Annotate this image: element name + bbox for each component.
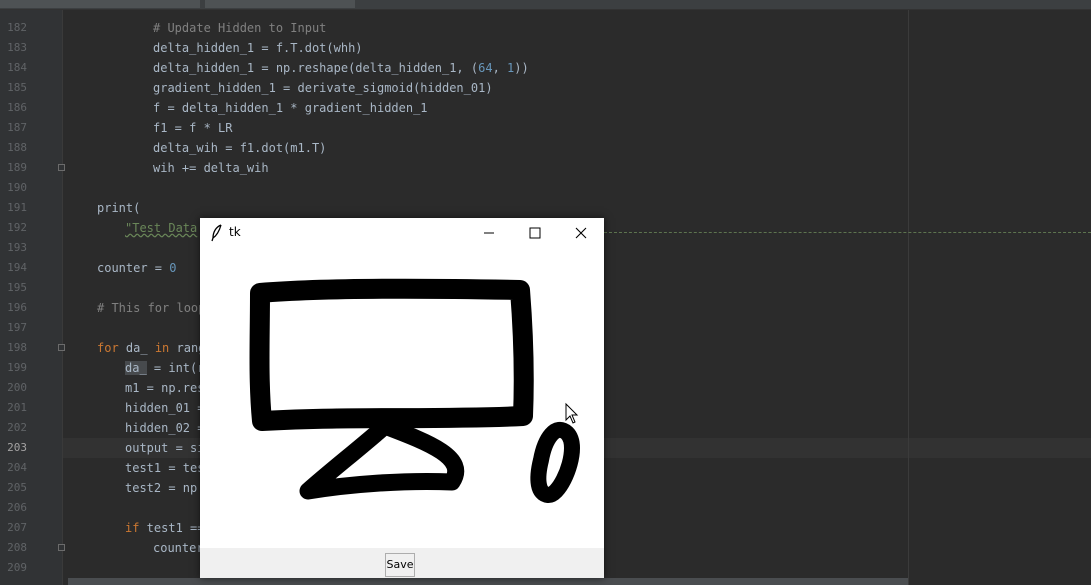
right-margin-guide: [908, 10, 909, 585]
code-keyword: for: [97, 341, 119, 355]
line-number: 207: [7, 521, 27, 534]
code-text: )): [514, 61, 529, 75]
code-text: counter =: [97, 261, 170, 275]
code-comment: # This for loop: [97, 301, 206, 315]
code-line[interactable]: hidden_01 =: [125, 398, 204, 418]
code-line[interactable]: wih += delta_wih: [153, 158, 269, 178]
tk-button-bar: Save: [200, 548, 604, 578]
maximize-icon: [529, 227, 541, 239]
line-number: 193: [7, 241, 27, 254]
line-number: 194: [7, 261, 27, 274]
code-line[interactable]: gradient_hidden_1 = derivate_sigmoid(hid…: [153, 78, 493, 98]
line-number: 208: [7, 541, 27, 554]
drawn-monitor-screen: [249, 278, 534, 431]
code-line[interactable]: for da_ in rang: [97, 338, 205, 358]
code-line[interactable]: if test1 ==: [125, 518, 204, 538]
code-line[interactable]: hidden_02 =: [125, 418, 204, 438]
feather-icon: [210, 224, 224, 242]
line-number: 201: [7, 401, 27, 414]
code-line[interactable]: counter: [153, 538, 204, 558]
code-line[interactable]: # This for loop: [97, 298, 205, 318]
code-line[interactable]: # Update Hidden to Input: [153, 18, 326, 38]
code-comment: # Update Hidden to Input: [153, 21, 327, 35]
line-number: 197: [7, 321, 27, 334]
code-line[interactable]: f1 = f * LR: [153, 118, 232, 138]
line-number: 205: [7, 481, 27, 494]
editor-tab-bar: [0, 0, 1091, 10]
tk-title-bar[interactable]: tk: [200, 218, 604, 248]
code-line[interactable]: da_ = int(r: [125, 358, 204, 378]
line-number: 187: [7, 121, 27, 134]
code-number: 64: [478, 61, 493, 75]
line-number: 192: [7, 221, 27, 234]
code-line[interactable]: delta_hidden_1 = f.T.dot(whh): [153, 38, 363, 58]
line-number: 186: [7, 101, 27, 114]
line-number: 188: [7, 141, 27, 154]
line-number: 206: [7, 501, 27, 514]
code-line[interactable]: delta_hidden_1 = np.reshape(delta_hidden…: [153, 58, 529, 78]
minimize-icon: [484, 232, 494, 234]
line-number: 199: [7, 361, 27, 374]
line-number: 190: [7, 181, 27, 194]
editor-tab[interactable]: [0, 0, 200, 8]
fold-marker[interactable]: [58, 544, 65, 551]
line-number: 196: [7, 301, 27, 314]
drawn-monitor-stand: [299, 417, 465, 500]
editor-tab[interactable]: [205, 0, 355, 8]
line-number: 209: [7, 561, 27, 574]
line-number: 195: [7, 281, 27, 294]
save-button[interactable]: Save: [385, 553, 415, 577]
code-highlighted-identifier: da_: [125, 361, 147, 375]
drawing-canvas[interactable]: [200, 248, 604, 548]
line-number: 198: [7, 341, 27, 354]
code-line[interactable]: m1 = np.res: [125, 378, 204, 398]
code-line[interactable]: test2 = np.: [125, 478, 204, 498]
fold-marker[interactable]: [58, 344, 65, 351]
line-number: 189: [7, 161, 27, 174]
line-number-gutter: 182 183 184 185 186 187 188 189 190 191 …: [0, 10, 63, 585]
maximize-button[interactable]: [512, 218, 558, 248]
tk-window-title: tk: [229, 225, 241, 239]
line-number: 204: [7, 461, 27, 474]
code-line[interactable]: test1 = tes: [125, 458, 204, 478]
code-text: da_: [118, 341, 155, 355]
line-number: 184: [7, 61, 27, 74]
code-keyword: if: [125, 521, 140, 535]
line-number: 191: [7, 201, 27, 214]
code-line[interactable]: counter = 0: [97, 258, 176, 278]
code-line[interactable]: print(: [97, 198, 140, 218]
close-icon: [575, 227, 587, 239]
code-text: delta_hidden_1 = np.reshape(delta_hidden…: [153, 61, 479, 75]
code-line[interactable]: f = delta_hidden_1 * gradient_hidden_1: [153, 98, 428, 118]
minimize-button[interactable]: [466, 218, 512, 248]
pointer-cursor-icon: [565, 402, 579, 424]
line-number: 200: [7, 381, 27, 394]
code-keyword: in: [154, 341, 170, 355]
code-line[interactable]: delta_wih = f1.dot(m1.T): [153, 138, 326, 158]
line-number: 202: [7, 421, 27, 434]
close-button[interactable]: [558, 218, 604, 248]
line-number: 185: [7, 81, 27, 94]
fold-marker[interactable]: [58, 164, 65, 171]
line-number-current: 203: [7, 441, 27, 454]
line-number: 183: [7, 41, 27, 54]
tk-window: tk Save: [200, 218, 604, 578]
code-text: = int(r: [146, 361, 205, 375]
code-line[interactable]: output = si: [125, 438, 204, 458]
code-text: ,: [492, 61, 508, 75]
code-number: 0: [169, 261, 177, 275]
warning-underline: [604, 229, 1091, 233]
code-string: "Test Data: [125, 221, 198, 235]
line-number: 182: [7, 21, 27, 34]
code-line[interactable]: "Test Data: [125, 218, 197, 238]
code-text: test1 ==: [139, 521, 205, 535]
drawn-mouse: [530, 421, 580, 503]
horizontal-scrollbar[interactable]: [68, 578, 908, 585]
